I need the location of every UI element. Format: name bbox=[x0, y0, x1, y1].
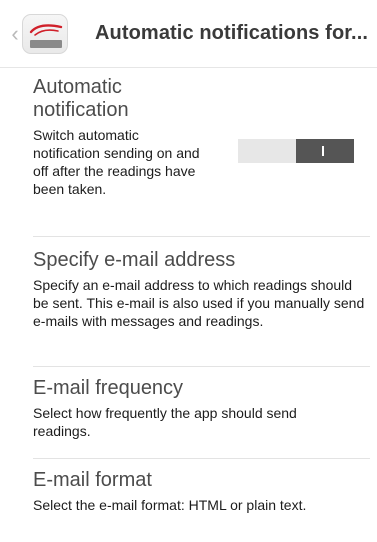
email-format-description: Select the e-mail format: HTML or plain … bbox=[33, 497, 307, 513]
specify-email-section[interactable]: Specify e-mail address Specify an e-mail… bbox=[33, 249, 370, 330]
specify-email-description: Specify an e-mail address to which readi… bbox=[33, 277, 365, 329]
divider bbox=[33, 458, 370, 459]
title-line-2: notification bbox=[33, 99, 129, 121]
header-bar: ‹ Automatic notifications for... bbox=[0, 0, 377, 68]
automatic-notification-description: Switch automatic notification sending on… bbox=[33, 127, 200, 197]
logo-graphic bbox=[29, 24, 63, 48]
email-frequency-title: E-mail frequency bbox=[33, 377, 184, 399]
toggle-on-mark-icon bbox=[322, 146, 324, 156]
email-format-section[interactable]: E-mail format Select the e-mail format: … bbox=[33, 469, 370, 514]
automatic-notification-section: Automatic notification Switch automatic … bbox=[33, 76, 233, 198]
automatic-notification-title: Automatic notification bbox=[33, 76, 233, 122]
divider bbox=[33, 236, 370, 237]
divider bbox=[33, 366, 370, 367]
jura-connect-logo bbox=[22, 14, 68, 54]
email-format-title: E-mail format bbox=[33, 469, 152, 491]
automatic-notification-toggle[interactable] bbox=[238, 139, 354, 163]
specify-email-title: Specify e-mail address bbox=[33, 249, 236, 271]
toggle-on-segment bbox=[296, 139, 354, 163]
title-line-1: Automatic bbox=[33, 76, 122, 98]
settings-screen: ‹ Automatic notifications for... Automat… bbox=[0, 0, 377, 542]
toggle-off-segment bbox=[238, 139, 296, 163]
email-frequency-description: Select how frequently the app should sen… bbox=[33, 405, 297, 439]
page-title: Automatic notifications for... bbox=[95, 22, 369, 44]
email-frequency-section[interactable]: E-mail frequency Select how frequently t… bbox=[33, 377, 370, 440]
